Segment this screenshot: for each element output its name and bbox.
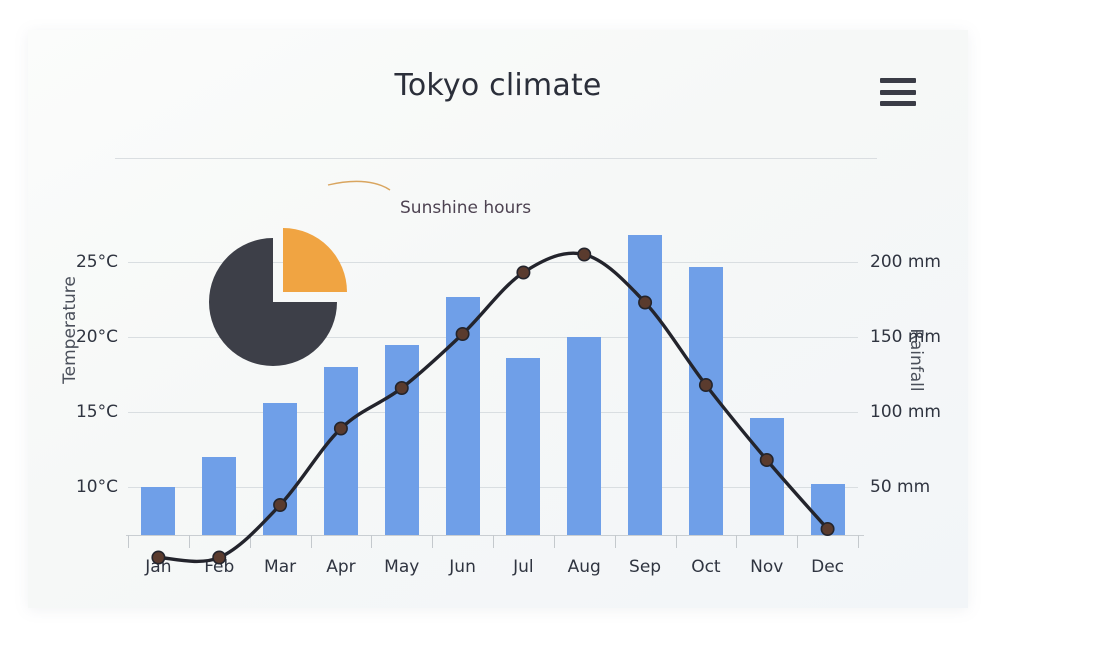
callout-leader-line — [327, 180, 391, 191]
annotation-label-sunshine: Sunshine hours — [400, 198, 532, 218]
screenshot-root: Tokyo climate Temperature Rainfall 25°C … — [0, 0, 1100, 648]
chart-card: Tokyo climate Temperature Rainfall 25°C … — [28, 30, 968, 608]
pie-slice-sunshine[interactable] — [283, 228, 347, 292]
pie-chart-sunshine — [209, 180, 391, 366]
